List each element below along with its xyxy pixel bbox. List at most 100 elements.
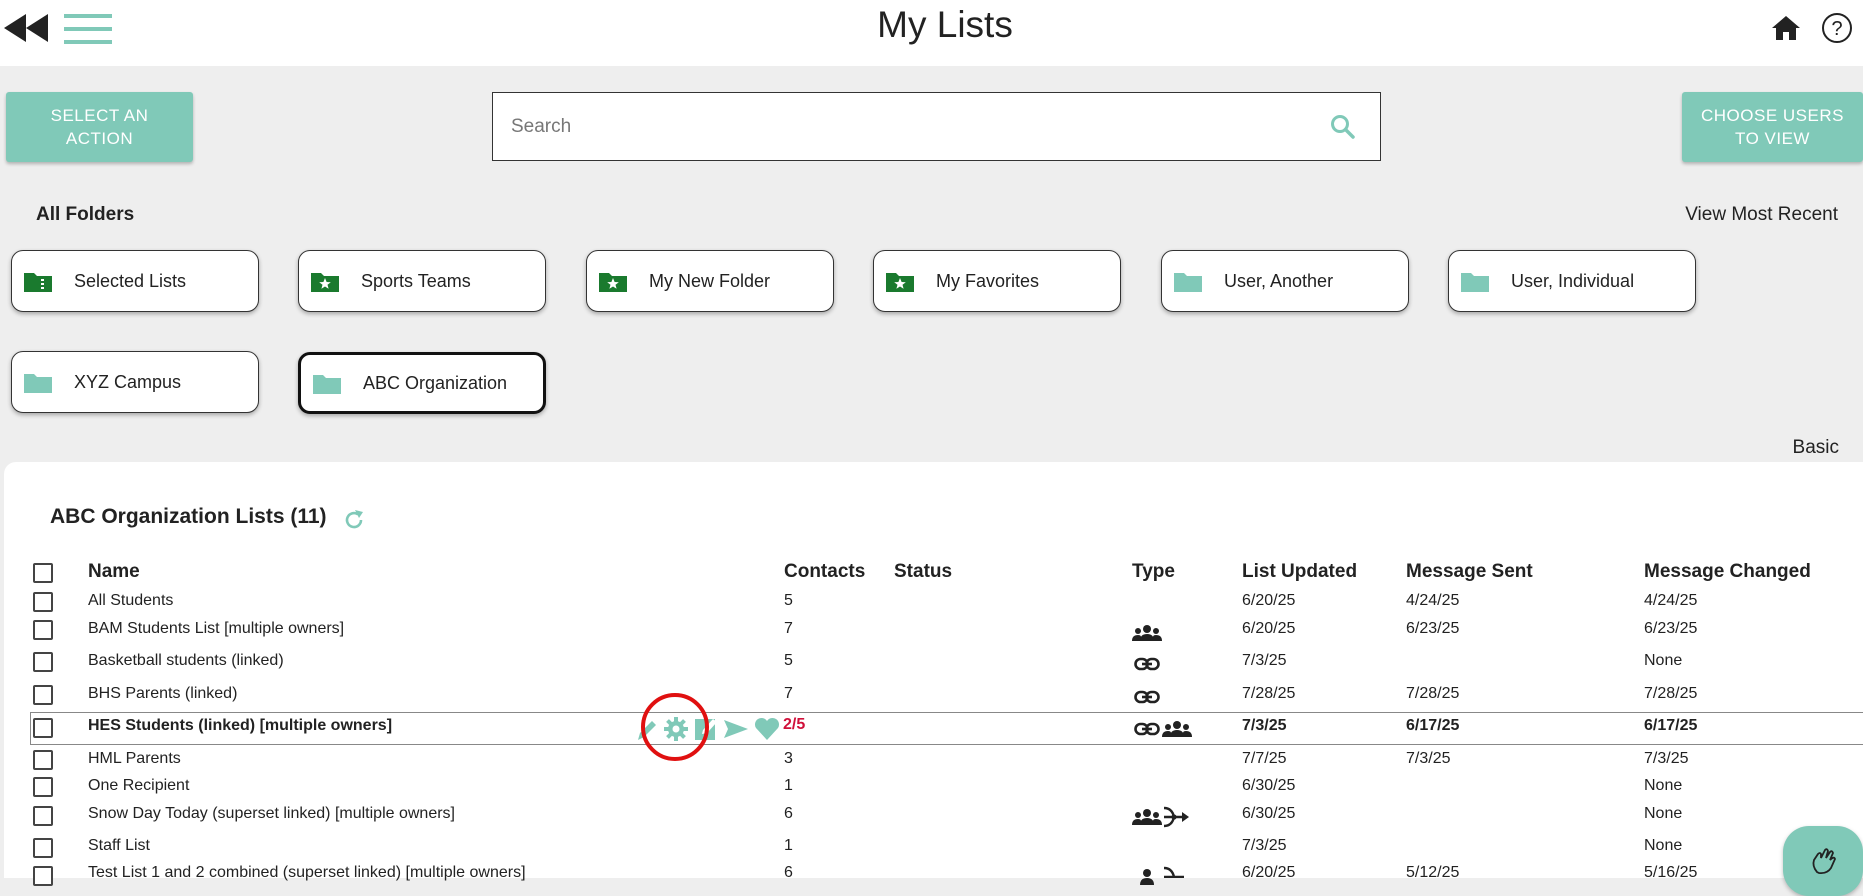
list-name[interactable]: All Students <box>88 592 173 610</box>
favorite-heart-icon[interactable] <box>754 716 780 742</box>
row-checkbox[interactable] <box>33 652 53 672</box>
group-icon <box>1132 809 1162 825</box>
choose-users-button[interactable]: CHOOSE USERS TO VIEW <box>1682 92 1863 162</box>
folder-icon <box>1461 273 1489 292</box>
send-icon[interactable] <box>723 716 749 742</box>
star-folder-icon <box>886 273 914 292</box>
view-mode-basic[interactable]: Basic <box>1793 437 1839 459</box>
settings-gear-icon[interactable] <box>663 716 689 742</box>
folder-selected-lists[interactable]: Selected Lists <box>11 250 259 312</box>
row-checkbox[interactable] <box>33 838 53 858</box>
column-header-list-updated[interactable]: List Updated <box>1242 561 1357 583</box>
folder-label: XYZ Campus <box>74 371 182 392</box>
folder-xyz-campus[interactable]: XYZ Campus <box>11 351 259 413</box>
column-header-message-sent[interactable]: Message Sent <box>1406 561 1533 583</box>
list-name[interactable]: BHS Parents (linked) <box>88 685 237 703</box>
view-most-recent-link[interactable]: View Most Recent <box>1685 204 1838 226</box>
star-folder-icon <box>311 273 339 292</box>
group-icon <box>1132 625 1162 641</box>
star-folder-icon <box>599 273 627 292</box>
refresh-icon[interactable] <box>342 508 366 532</box>
folder-label: My New Folder <box>649 270 771 291</box>
folder-sports-teams[interactable]: Sports Teams <box>298 250 546 312</box>
list-updated: 7/3/25 <box>1242 652 1287 669</box>
compose-icon[interactable] <box>694 716 718 742</box>
list-contacts: 6 <box>784 864 793 881</box>
row-checkbox[interactable] <box>33 866 53 886</box>
checklist-folder-icon <box>24 273 52 292</box>
list-name[interactable]: Test List 1 and 2 combined (superset lin… <box>88 864 526 882</box>
row-checkbox[interactable] <box>33 806 53 826</box>
list-name[interactable]: HES Students (linked) [multiple owners] <box>88 717 392 735</box>
message-changed: 6/17/25 <box>1644 717 1698 734</box>
message-changed: 6/23/25 <box>1644 620 1698 637</box>
list-updated: 6/20/25 <box>1242 620 1296 637</box>
message-sent: 6/23/25 <box>1406 620 1460 637</box>
column-header-type[interactable]: Type <box>1132 561 1175 583</box>
message-changed: None <box>1644 837 1683 854</box>
search-input[interactable] <box>509 111 1293 143</box>
row-checkbox[interactable] <box>33 685 53 705</box>
list-name[interactable]: Snow Day Today (superset linked) [multip… <box>88 805 455 823</box>
list-contacts: 1 <box>784 777 793 794</box>
list-name[interactable]: One Recipient <box>88 777 189 795</box>
search-icon[interactable] <box>1330 114 1356 140</box>
select-all-checkbox[interactable] <box>33 563 53 583</box>
message-changed: 7/28/25 <box>1644 685 1698 702</box>
folder-label: User, Individual <box>1511 270 1635 291</box>
chat-help-button[interactable] <box>1783 826 1863 896</box>
list-updated: 7/3/25 <box>1242 717 1287 734</box>
list-updated: 6/20/25 <box>1242 592 1296 609</box>
list-contacts: 1 <box>784 837 793 854</box>
folder-user-another[interactable]: User, Another <box>1161 250 1409 312</box>
help-question-icon[interactable]: ? <box>1821 12 1853 44</box>
list-contacts: 5 <box>784 652 793 669</box>
top-bar: My Lists ? <box>0 0 1863 66</box>
row-checkbox[interactable] <box>33 620 53 640</box>
link-icon <box>1134 657 1160 671</box>
link-icon <box>1134 690 1160 704</box>
list-name[interactable]: HML Parents <box>88 750 181 768</box>
list-updated: 6/30/25 <box>1242 777 1296 794</box>
merge-icon <box>1163 866 1184 878</box>
message-changed: None <box>1644 805 1683 822</box>
column-header-contacts[interactable]: Contacts <box>784 561 865 583</box>
list-name[interactable]: BAM Students List [multiple owners] <box>88 620 344 638</box>
message-sent: 7/28/25 <box>1406 685 1460 702</box>
folder-abc-organization[interactable]: ABC Organization <box>298 352 546 414</box>
list-name[interactable]: Staff List <box>88 837 150 855</box>
folder-my-favorites[interactable]: My Favorites <box>873 250 1121 312</box>
list-contacts: 3 <box>784 750 793 767</box>
message-changed: 7/3/25 <box>1644 750 1689 767</box>
list-contacts: 7 <box>784 620 793 637</box>
edit-pencil-icon[interactable] <box>634 716 658 742</box>
merge-icon <box>1163 806 1189 828</box>
row-checkbox[interactable] <box>33 592 53 612</box>
folder-icon <box>313 375 341 394</box>
column-header-status[interactable]: Status <box>894 561 952 583</box>
list-contacts: 7 <box>784 685 793 702</box>
folder-icon <box>1174 273 1202 292</box>
list-updated: 7/7/25 <box>1242 750 1287 767</box>
folder-user-individual[interactable]: User, Individual <box>1448 250 1696 312</box>
message-sent: 4/24/25 <box>1406 592 1460 609</box>
folder-icon <box>24 374 52 393</box>
folder-my-new-folder[interactable]: My New Folder <box>586 250 834 312</box>
choose-users-label: CHOOSE USERS TO VIEW <box>1701 106 1844 148</box>
list-updated: 6/30/25 <box>1242 805 1296 822</box>
message-changed: None <box>1644 777 1683 794</box>
folder-label: My Favorites <box>936 270 1040 291</box>
list-name[interactable]: Basketball students (linked) <box>88 652 284 670</box>
column-header-message-changed[interactable]: Message Changed <box>1644 561 1811 583</box>
svg-text:?: ? <box>1831 18 1842 40</box>
contacts-count-alert: 2/5 <box>783 716 806 733</box>
column-header-name[interactable]: Name <box>88 561 140 583</box>
message-sent: 6/17/25 <box>1406 717 1460 734</box>
row-checkbox[interactable] <box>33 750 53 770</box>
home-icon[interactable] <box>1771 14 1801 42</box>
folder-label: User, Another <box>1224 270 1334 291</box>
row-checkbox[interactable] <box>33 718 53 738</box>
link-icon <box>1134 722 1160 736</box>
select-action-button[interactable]: SELECT AN ACTION <box>6 92 193 162</box>
row-checkbox[interactable] <box>33 777 53 797</box>
